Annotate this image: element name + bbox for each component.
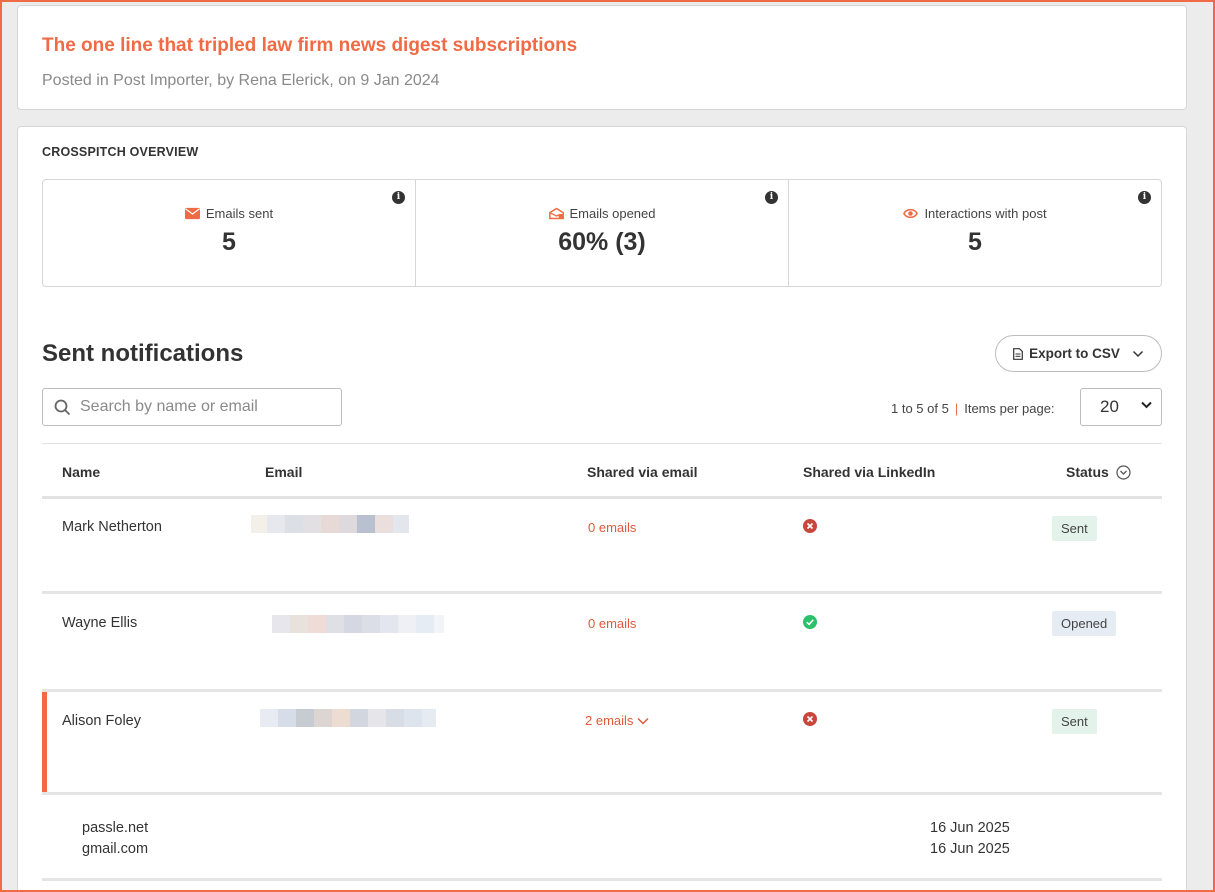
info-icon[interactable]: i bbox=[765, 191, 778, 204]
search-field[interactable] bbox=[42, 388, 342, 426]
row-name: Wayne Ellis bbox=[62, 615, 138, 631]
notifications-table: Name Email Shared via email Shared via L… bbox=[42, 443, 1162, 881]
stat-value: 5 bbox=[968, 228, 982, 256]
status-badge: Sent bbox=[1052, 709, 1097, 734]
eye-icon bbox=[903, 208, 919, 219]
shared-emails-detail: passle.net 16 Jun 2025 gmail.com 16 Jun … bbox=[42, 795, 1162, 881]
sort-circle-icon[interactable] bbox=[1116, 464, 1131, 480]
stat-label: Emails opened bbox=[569, 206, 656, 221]
sent-notifications-title: Sent notifications bbox=[42, 340, 244, 367]
cross-circle-icon bbox=[803, 519, 817, 533]
row-name: Mark Netherton bbox=[62, 519, 162, 535]
status-badge: Opened bbox=[1052, 611, 1117, 636]
shared-email-count[interactable]: 0 emails bbox=[588, 616, 636, 631]
pager-range: 1 to 5 of 5 bbox=[891, 401, 949, 416]
shared-email-date: 16 Jun 2025 bbox=[930, 820, 1010, 836]
check-circle-icon bbox=[803, 615, 817, 629]
row-name: Alison Foley bbox=[62, 713, 141, 729]
document-icon bbox=[1013, 347, 1024, 360]
crosspitch-overview-card: CROSSPITCH OVERVIEW i Emails sent 5 i Em… bbox=[17, 126, 1187, 892]
chevron-down-icon bbox=[1132, 350, 1143, 357]
overview-heading: CROSSPITCH OVERVIEW bbox=[42, 145, 199, 159]
items-per-page-select[interactable]: 20 bbox=[1080, 388, 1162, 426]
export-label: Export to CSV bbox=[1029, 346, 1120, 361]
stat-label: Emails sent bbox=[205, 206, 274, 221]
stat-value: 60% (3) bbox=[558, 228, 646, 256]
pagination-info: 1 to 5 of 5 | Items per page: bbox=[891, 401, 1055, 416]
stat-emails-opened: i Emails opened 60% (3) bbox=[416, 180, 789, 286]
post-header-card: The one line that tripled law firm news … bbox=[17, 5, 1187, 110]
shared-email-domain: gmail.com bbox=[82, 841, 149, 857]
search-input[interactable] bbox=[80, 398, 320, 416]
post-title[interactable]: The one line that tripled law firm news … bbox=[42, 35, 577, 57]
stat-interactions: i Interactions with post 5 bbox=[789, 180, 1161, 286]
status-badge: Sent bbox=[1052, 516, 1097, 541]
chevron-down-icon bbox=[1141, 401, 1152, 409]
envelope-icon bbox=[184, 207, 200, 220]
column-header-shared-email[interactable]: Shared via email bbox=[587, 464, 698, 480]
envelope-open-icon bbox=[548, 207, 564, 220]
cross-circle-icon bbox=[803, 712, 817, 726]
redacted-email bbox=[272, 615, 444, 633]
stat-value: 5 bbox=[222, 228, 236, 256]
table-row[interactable]: Wayne Ellis 0 emails Opened bbox=[42, 594, 1162, 692]
shared-email-date: 16 Jun 2025 bbox=[930, 841, 1010, 857]
redacted-email bbox=[251, 515, 409, 533]
redacted-email bbox=[260, 709, 436, 727]
column-header-status[interactable]: Status bbox=[1066, 464, 1131, 480]
column-header-shared-linkedin[interactable]: Shared via LinkedIn bbox=[803, 464, 935, 480]
shared-email-domain: passle.net bbox=[82, 820, 149, 836]
stat-label: Interactions with post bbox=[924, 206, 1047, 221]
chevron-down-icon bbox=[637, 717, 649, 725]
search-icon bbox=[54, 399, 71, 415]
stat-emails-sent: i Emails sent 5 bbox=[43, 180, 416, 286]
info-icon[interactable]: i bbox=[392, 191, 405, 204]
shared-email-toggle[interactable]: 2 emails bbox=[585, 713, 649, 728]
table-row[interactable]: Mark Netherton 0 emails Sent bbox=[42, 499, 1162, 594]
column-header-name[interactable]: Name bbox=[62, 464, 100, 480]
items-per-page-label: Items per page: bbox=[964, 401, 1055, 416]
info-icon[interactable]: i bbox=[1138, 191, 1151, 204]
table-header: Name Email Shared via email Shared via L… bbox=[42, 443, 1162, 499]
column-header-email[interactable]: Email bbox=[265, 464, 302, 480]
export-csv-button[interactable]: Export to CSV bbox=[995, 335, 1162, 372]
post-meta: Posted in Post Importer, by Rena Elerick… bbox=[42, 72, 440, 89]
table-row-expanded[interactable]: Alison Foley 2 emails Sent bbox=[42, 692, 1162, 795]
stats-panel: i Emails sent 5 i Emails opened 60% (3) … bbox=[42, 179, 1162, 287]
shared-email-count[interactable]: 0 emails bbox=[588, 520, 636, 535]
items-per-page-value: 20 bbox=[1100, 397, 1119, 416]
pager-separator: | bbox=[954, 401, 959, 416]
